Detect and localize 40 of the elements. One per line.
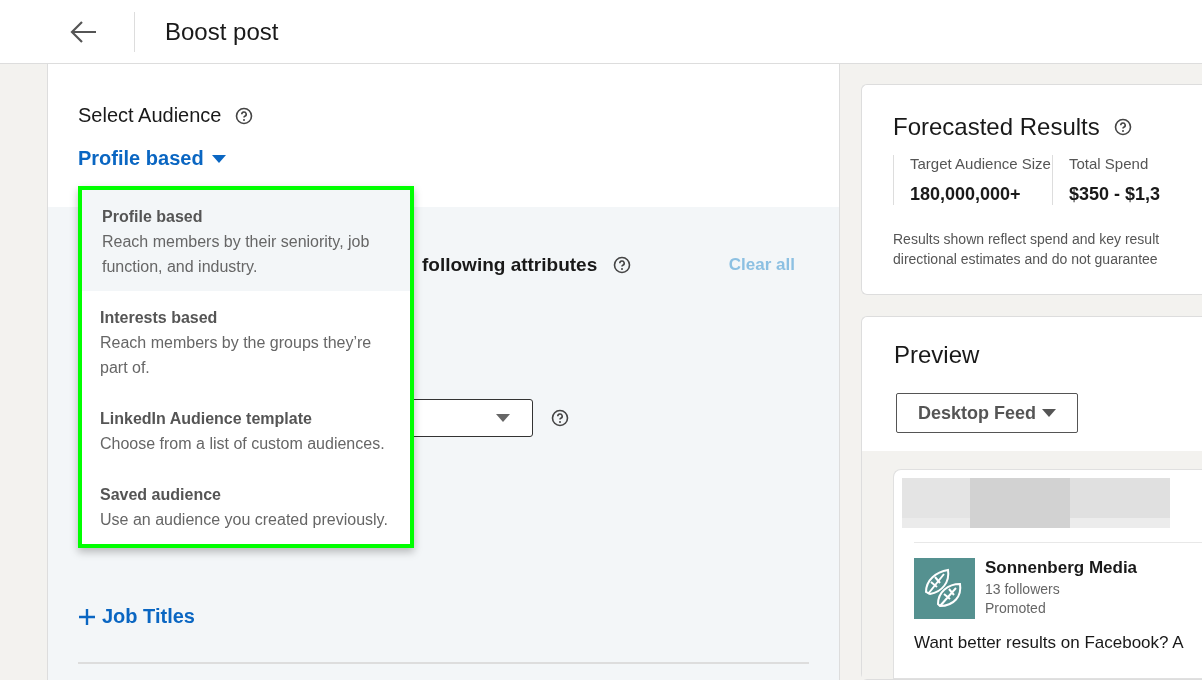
caret-icon bbox=[496, 414, 510, 422]
leaves-logo-icon bbox=[914, 558, 975, 619]
card-title: Forecasted Results bbox=[893, 113, 1100, 141]
company-name[interactable]: Sonnenberg Media bbox=[985, 558, 1138, 578]
follower-count: 13 followers bbox=[985, 581, 1061, 597]
menu-item-title: Interests based bbox=[100, 308, 219, 328]
post-text: Want better results on Facebook? A bbox=[914, 633, 1185, 653]
card-title: Preview bbox=[894, 341, 981, 369]
menu-item-title: Saved audience bbox=[100, 485, 222, 505]
note-text: directional estimates and do not guarantee bbox=[893, 250, 1159, 269]
metric-label: Target Audience Size bbox=[910, 155, 1052, 172]
menu-item[interactable]: LinkedIn Audience template Choose from a list of custom audiences. bbox=[82, 392, 410, 468]
help-icon[interactable] bbox=[1113, 118, 1132, 136]
help-icon[interactable] bbox=[551, 409, 569, 427]
menu-item-description: Choose from a list of custom audiences. bbox=[100, 434, 386, 454]
metric-value: $350 - $1,3 bbox=[1069, 184, 1162, 205]
menu-item-description: Reach members by their seniority, job function, and industry. bbox=[102, 232, 371, 277]
help-icon[interactable] bbox=[235, 106, 254, 125]
metric-label: Total Spend bbox=[1069, 155, 1150, 172]
back-arrow-icon[interactable] bbox=[70, 19, 98, 44]
menu-item[interactable]: Interests based Reach members by the groups they’re part of. bbox=[82, 291, 410, 392]
menu-item[interactable]: Profile based Reach members by their seniority, job function, and industry. bbox=[82, 190, 410, 291]
section-heading: following attributes bbox=[422, 254, 598, 276]
caret-icon bbox=[211, 154, 226, 163]
caret-icon bbox=[1042, 409, 1056, 417]
help-icon[interactable] bbox=[613, 256, 632, 274]
menu-item-description: Use an audience you created previously. bbox=[100, 510, 389, 530]
plus-icon bbox=[78, 607, 96, 626]
audience-selector[interactable]: Profile based bbox=[78, 147, 226, 170]
metric-value: 180,000,000+ bbox=[910, 184, 1022, 205]
menu-item-description: Reach members by the groups they’re part of. bbox=[100, 333, 373, 378]
add-job-titles-link[interactable]: Job Titles bbox=[78, 605, 195, 628]
note-text: Results shown reflect spend and key result bbox=[893, 230, 1161, 249]
menu-item[interactable]: Saved audience Use an audience you created previously. bbox=[82, 468, 410, 544]
menu-item-title: LinkedIn Audience template bbox=[100, 409, 313, 429]
page-title: Boost post bbox=[165, 17, 279, 46]
menu-item-title: Profile based bbox=[102, 207, 204, 227]
placement-dropdown[interactable]: Desktop Feed bbox=[896, 393, 1078, 433]
promoted-label: Promoted bbox=[985, 600, 1047, 616]
section-label: Select Audience bbox=[78, 104, 222, 127]
